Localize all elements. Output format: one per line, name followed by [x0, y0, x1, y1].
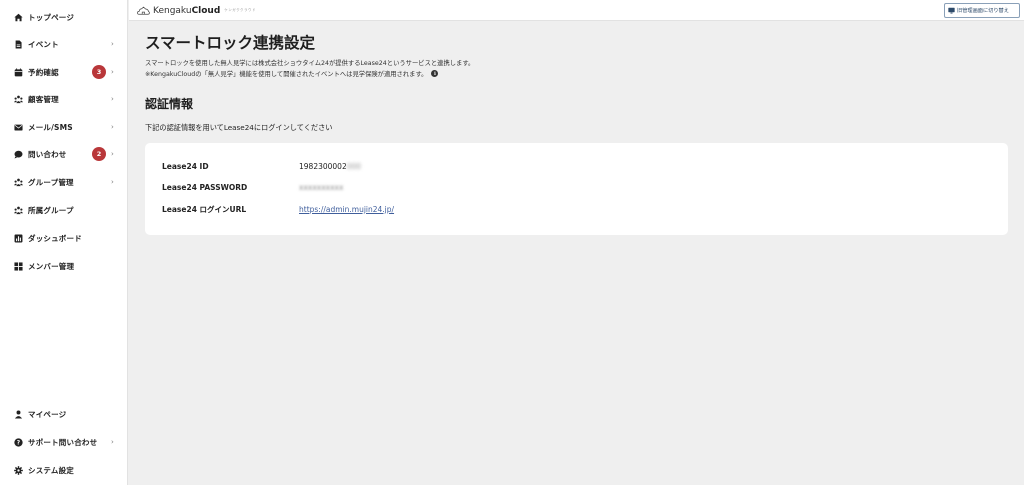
- logo-subtitle: ケンガククラウド: [224, 8, 257, 12]
- sidebar-item-label: 顧客管理: [28, 94, 59, 104]
- app-logo[interactable]: Kengaku Cloud ケンガククラウド: [137, 4, 256, 17]
- credential-row-id: Lease24 ID 1982300002000: [162, 160, 361, 172]
- sidebar-item-event[interactable]: イベント ›: [0, 33, 128, 55]
- chevron-right-icon: ›: [111, 438, 114, 446]
- group-icon: [14, 178, 23, 187]
- sidebar-item-system-settings[interactable]: システム設定: [0, 459, 128, 481]
- lease24-id-label: Lease24 ID: [162, 161, 209, 171]
- monitor-icon: [948, 7, 955, 14]
- sidebar-item-members[interactable]: メンバー管理: [0, 255, 128, 277]
- page-description-line2-row: ※KengakuCloudの「無人見学」機能を使用して開催されたイベントへは見学…: [145, 69, 439, 78]
- cloud-house-icon: [137, 6, 150, 15]
- info-icon[interactable]: i: [431, 70, 439, 77]
- chevron-right-icon: ›: [111, 150, 114, 158]
- user-icon: [14, 410, 23, 419]
- sidebar-item-customers[interactable]: 顧客管理 ›: [0, 88, 128, 110]
- sidebar-item-label: 所属グループ: [28, 205, 74, 215]
- group-icon: [14, 206, 23, 215]
- lease24-login-url-label: Lease24 ログインURL: [162, 204, 247, 214]
- section-title-auth: 認証情報: [145, 97, 194, 111]
- sidebar-item-label: マイページ: [28, 409, 67, 419]
- credential-row-password: Lease24 PASSWORD xxxxxxxxxx: [162, 181, 343, 193]
- notification-badge: 2: [92, 147, 106, 161]
- sidebar-item-mail-sms[interactable]: メール/SMS ›: [0, 116, 128, 138]
- sidebar-item-label: グループ管理: [28, 177, 74, 187]
- people-icon: [14, 95, 23, 104]
- home-icon: [14, 13, 23, 22]
- gear-icon: [14, 465, 23, 475]
- lease24-login-url-link[interactable]: https://admin.mujin24.jp/: [299, 205, 394, 214]
- chevron-right-icon: ›: [111, 40, 114, 48]
- sidebar-item-label: 問い合わせ: [28, 149, 67, 159]
- chevron-right-icon: ›: [111, 95, 114, 103]
- sidebar-item-label: メンバー管理: [28, 261, 75, 271]
- mail-icon: [14, 123, 23, 132]
- page-description-line2: ※KengakuCloudの「無人見学」機能を使用して開催されたイベントへは見学…: [145, 71, 428, 78]
- sidebar-item-affiliated-group[interactable]: 所属グループ: [0, 199, 128, 221]
- sidebar: トップページ イベント › 予約確認 3 › 顧客管理 › メール/SMS › …: [0, 0, 128, 485]
- section-description: 下記の認証情報を用いてLease24にログインしてください: [145, 123, 333, 132]
- chat-icon: [14, 150, 23, 159]
- sidebar-item-dashboard[interactable]: ダッシュボード: [0, 227, 128, 249]
- sidebar-item-label: トップページ: [28, 12, 75, 22]
- logo-text-light: Kengaku: [153, 5, 192, 16]
- logo-text-bold: Cloud: [191, 5, 221, 16]
- sidebar-item-label: システム設定: [28, 465, 74, 475]
- sidebar-item-label: イベント: [28, 39, 59, 49]
- switch-old-admin-label: 旧管理画面に切り替え: [957, 8, 1009, 14]
- sidebar-item-my-page[interactable]: マイページ: [0, 403, 128, 425]
- sidebar-item-top-page[interactable]: トップページ: [0, 6, 128, 28]
- top-header: Kengaku Cloud ケンガククラウド 旧管理画面に切り替え: [129, 0, 1024, 21]
- chevron-right-icon: ›: [111, 68, 114, 76]
- chevron-right-icon: ›: [111, 123, 114, 131]
- switch-old-admin-button[interactable]: 旧管理画面に切り替え: [944, 3, 1020, 18]
- sidebar-item-inquiries[interactable]: 問い合わせ 2 ›: [0, 143, 128, 165]
- sidebar-item-support[interactable]: ? サポート問い合わせ ›: [0, 431, 128, 453]
- calendar-icon: [14, 67, 23, 77]
- sidebar-item-label: 予約確認: [28, 67, 59, 77]
- sidebar-item-reservation[interactable]: 予約確認 3 ›: [0, 61, 128, 83]
- document-icon: [14, 39, 23, 49]
- sidebar-item-label: サポート問い合わせ: [28, 437, 98, 447]
- page-title: スマートロック連携設定: [145, 34, 316, 52]
- page-description-line1: スマートロックを使用した無人見学には株式会社ショウタイム24が提供するLease…: [145, 60, 475, 67]
- lease24-password-value: xxxxxxxxxx: [299, 182, 344, 192]
- sidebar-item-label: ダッシュボード: [28, 233, 82, 243]
- grid-icon: [14, 261, 23, 271]
- credential-row-url: Lease24 ログインURL https://admin.mujin24.jp…: [162, 203, 394, 215]
- lease24-password-label: Lease24 PASSWORD: [162, 182, 248, 192]
- notification-badge: 3: [92, 65, 106, 79]
- chevron-right-icon: ›: [111, 178, 114, 186]
- sidebar-item-label: メール/SMS: [28, 122, 73, 132]
- sidebar-item-group-management[interactable]: グループ管理 ›: [0, 171, 128, 193]
- help-icon: ?: [14, 437, 23, 447]
- credentials-card: Lease24 ID 1982300002000 Lease24 PASSWOR…: [145, 143, 1008, 235]
- lease24-id-value: 1982300002000: [299, 161, 362, 171]
- chart-icon: [14, 234, 23, 243]
